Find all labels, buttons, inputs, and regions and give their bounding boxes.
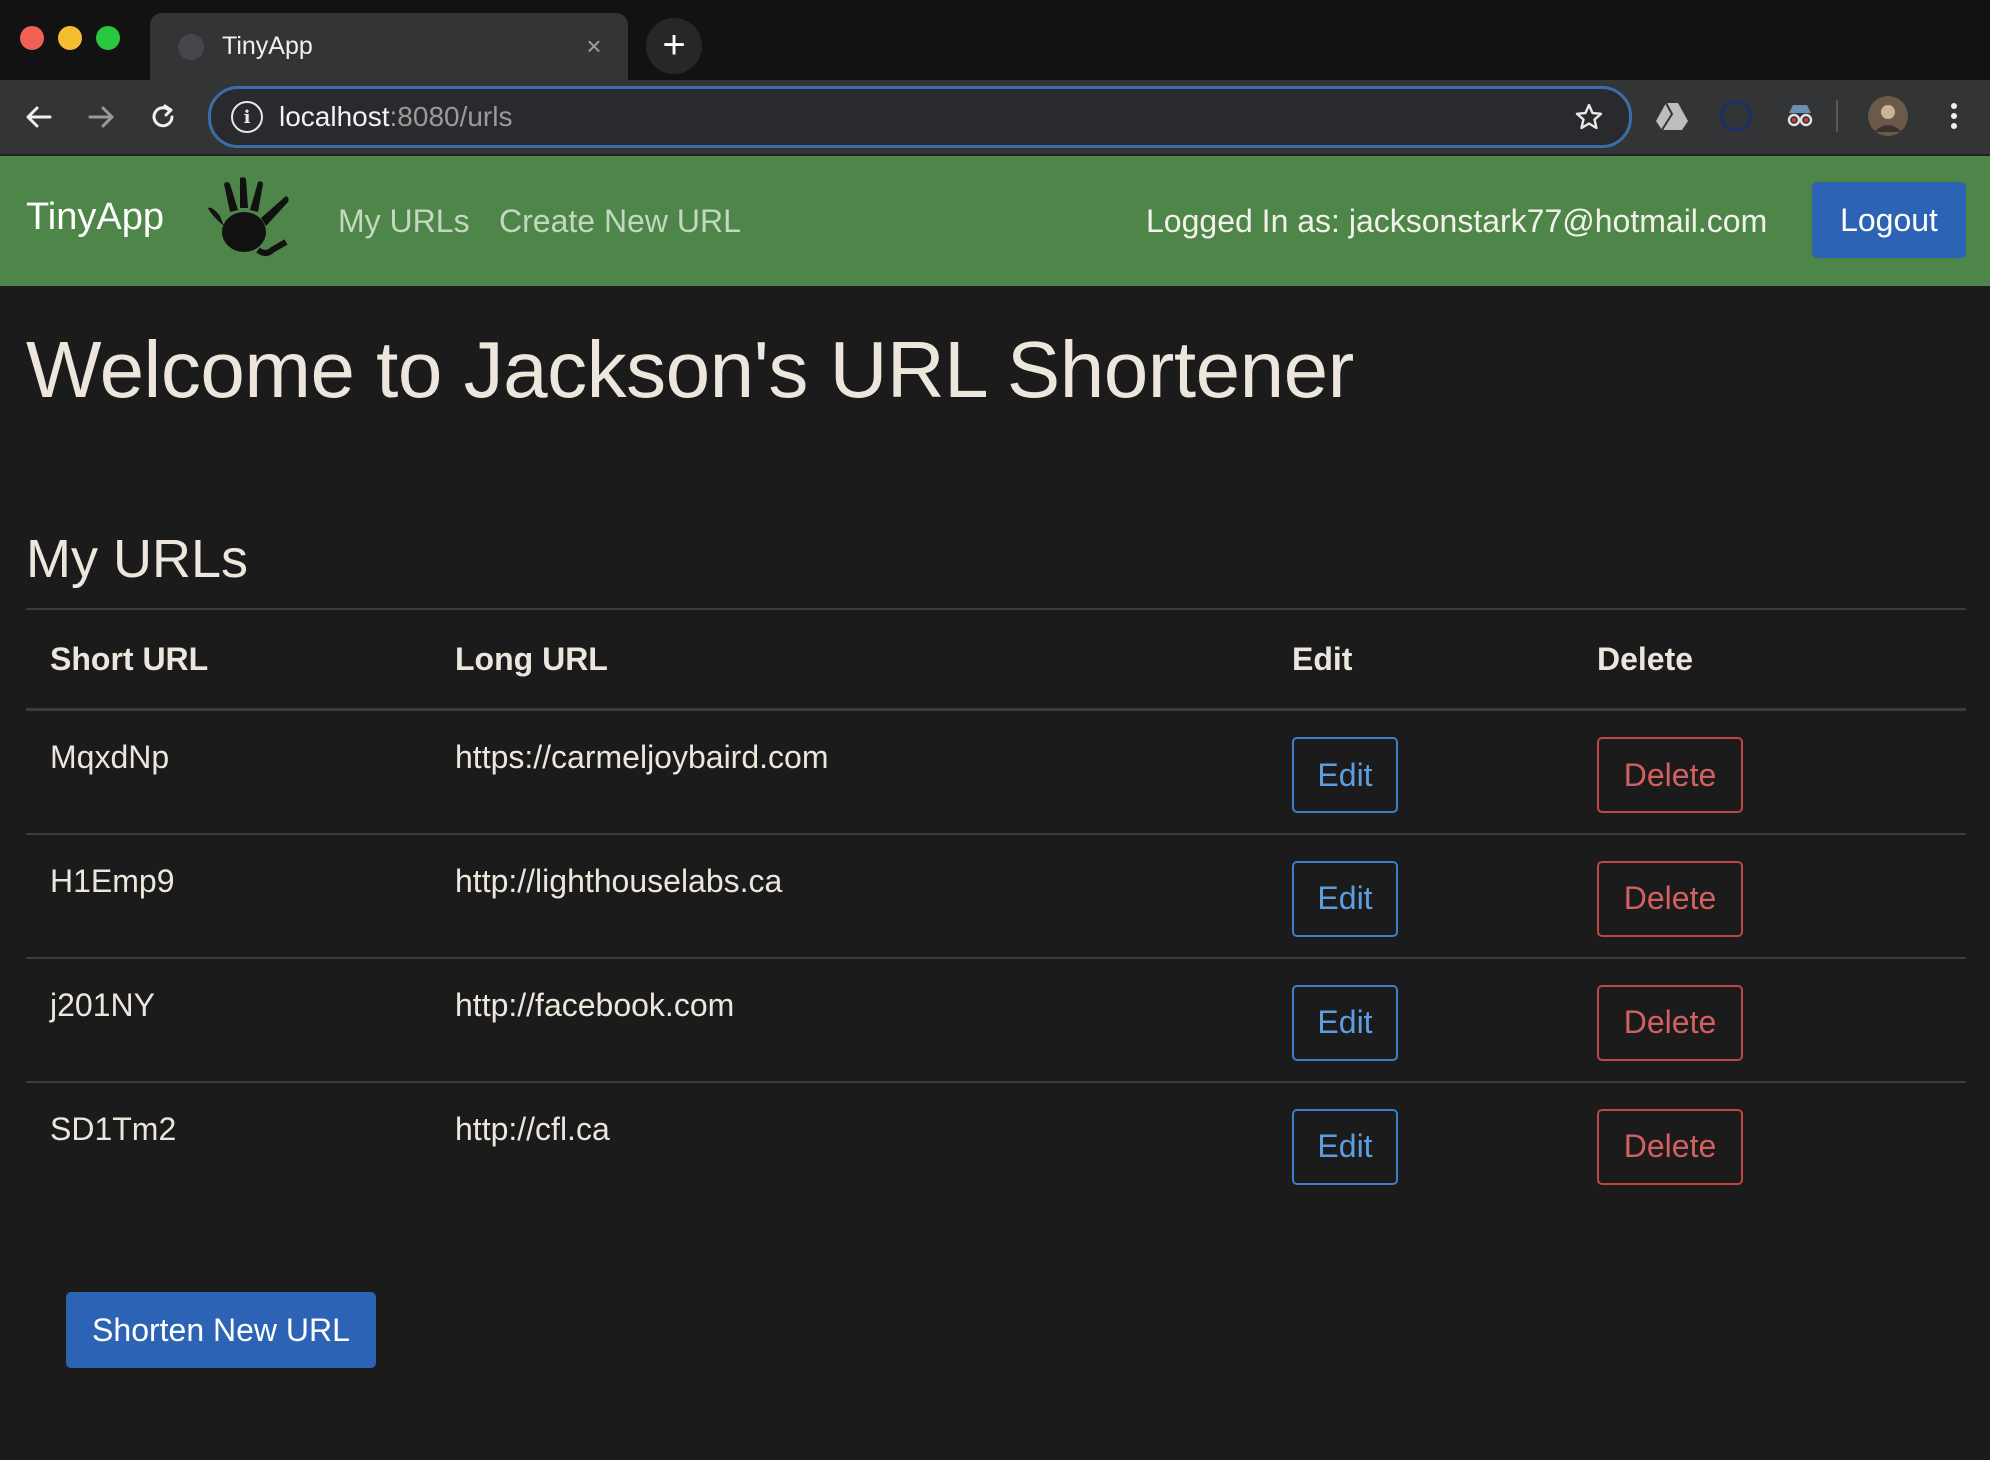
delete-button[interactable]: Delete bbox=[1597, 860, 1743, 937]
delete-cell: Delete bbox=[1573, 709, 1966, 835]
spy-extension-icon[interactable] bbox=[1776, 92, 1824, 140]
delete-cell: Delete bbox=[1573, 957, 1966, 1083]
circle-extension-icon[interactable] bbox=[1712, 92, 1760, 140]
short-url-cell: MqxdNp bbox=[26, 709, 431, 835]
browser-menu-icon[interactable] bbox=[1930, 92, 1978, 140]
new-tab-button[interactable]: + bbox=[646, 18, 702, 74]
long-url-cell: https://carmeljoybaird.com bbox=[431, 709, 1268, 835]
close-tab-icon[interactable]: × bbox=[574, 31, 614, 62]
brand-link[interactable]: TinyApp bbox=[26, 196, 164, 239]
address-bar[interactable]: i localhost:8080/urls bbox=[208, 86, 1632, 148]
forward-button[interactable] bbox=[70, 86, 132, 148]
table-row: H1Emp9 http://lighthouselabs.ca Edit Del… bbox=[26, 833, 1966, 959]
url-text[interactable]: localhost:8080/urls bbox=[279, 101, 1569, 133]
edit-button[interactable]: Edit bbox=[1292, 1108, 1398, 1185]
column-header-delete: Delete bbox=[1573, 608, 1966, 711]
browser-tab[interactable]: TinyApp × bbox=[150, 13, 628, 80]
delete-button[interactable]: Delete bbox=[1597, 737, 1743, 813]
edit-cell: Edit bbox=[1268, 1082, 1573, 1206]
url-path: :8080/urls bbox=[389, 101, 513, 132]
edit-button[interactable]: Edit bbox=[1292, 984, 1398, 1061]
short-url-cell: j201NY bbox=[26, 957, 431, 1083]
browser-toolbar: i localhost:8080/urls bbox=[0, 80, 1990, 156]
logged-in-text: Logged In as: jacksonstark77@hotmail.com bbox=[1146, 203, 1768, 239]
short-url-cell: H1Emp9 bbox=[26, 833, 431, 959]
edit-button[interactable]: Edit bbox=[1292, 860, 1398, 937]
drive-extension-icon[interactable] bbox=[1648, 92, 1696, 140]
toolbar-divider bbox=[1836, 100, 1838, 132]
column-header-long-url: Long URL bbox=[431, 608, 1268, 711]
nav-link-create-new-url[interactable]: Create New URL bbox=[499, 203, 741, 240]
profile-avatar[interactable] bbox=[1864, 92, 1912, 140]
long-url-cell: http://facebook.com bbox=[431, 957, 1268, 1083]
delete-button[interactable]: Delete bbox=[1597, 1108, 1743, 1185]
table-row: SD1Tm2 http://cfl.ca Edit Delete bbox=[26, 1082, 1966, 1206]
edit-cell: Edit bbox=[1268, 833, 1573, 959]
delete-button[interactable]: Delete bbox=[1597, 984, 1743, 1061]
close-window-button[interactable] bbox=[20, 26, 44, 50]
reload-icon bbox=[152, 104, 174, 128]
long-url-cell: http://cfl.ca bbox=[455, 1110, 610, 1147]
table-row: j201NY http://facebook.com Edit Delete bbox=[26, 957, 1966, 1083]
page-title: Welcome to Jackson's URL Shortener bbox=[26, 325, 1354, 414]
tab-title: TinyApp bbox=[222, 32, 313, 60]
table-row: MqxdNp https://carmeljoybaird.com Edit D… bbox=[26, 709, 1966, 835]
nav-link-my-urls[interactable]: My URLs bbox=[338, 203, 470, 240]
urls-table-container: Short URL Long URL Edit Delete MqxdNp ht… bbox=[26, 608, 1966, 1206]
forward-arrow-icon bbox=[88, 106, 114, 128]
back-arrow-icon bbox=[26, 106, 52, 128]
delete-cell: Delete bbox=[1573, 833, 1966, 959]
site-info-icon[interactable]: i bbox=[231, 101, 263, 133]
hand-logo-icon bbox=[208, 177, 289, 256]
browser-tabstrip: TinyApp × + bbox=[0, 0, 1990, 80]
edit-cell: Edit bbox=[1268, 957, 1573, 1083]
long-url-cell: http://lighthouselabs.ca bbox=[431, 833, 1268, 959]
edit-button[interactable]: Edit bbox=[1292, 737, 1398, 813]
column-header-edit: Edit bbox=[1268, 608, 1573, 711]
app-navbar: TinyApp My URLs Create New URL Logged In… bbox=[0, 156, 1990, 286]
edit-cell: Edit bbox=[1268, 709, 1573, 835]
window-controls bbox=[20, 26, 120, 50]
table-header-row: Short URL Long URL Edit Delete bbox=[26, 608, 1966, 711]
shorten-new-url-button[interactable]: Shorten New URL bbox=[66, 1292, 376, 1368]
delete-cell: Delete bbox=[1573, 1082, 1966, 1206]
logout-button[interactable]: Logout bbox=[1812, 182, 1966, 258]
urls-table: Short URL Long URL Edit Delete MqxdNp ht… bbox=[26, 608, 1966, 1206]
minimize-window-button[interactable] bbox=[58, 26, 82, 50]
short-url-cell: SD1Tm2 bbox=[50, 1110, 177, 1147]
favicon-icon bbox=[178, 33, 204, 60]
back-button[interactable] bbox=[8, 86, 70, 148]
bookmark-star-icon[interactable] bbox=[1569, 102, 1609, 132]
section-title: My URLs bbox=[26, 529, 249, 589]
reload-button[interactable] bbox=[132, 86, 194, 148]
column-header-short-url: Short URL bbox=[26, 608, 431, 711]
zoom-window-button[interactable] bbox=[96, 26, 120, 50]
url-host: localhost bbox=[279, 101, 390, 132]
